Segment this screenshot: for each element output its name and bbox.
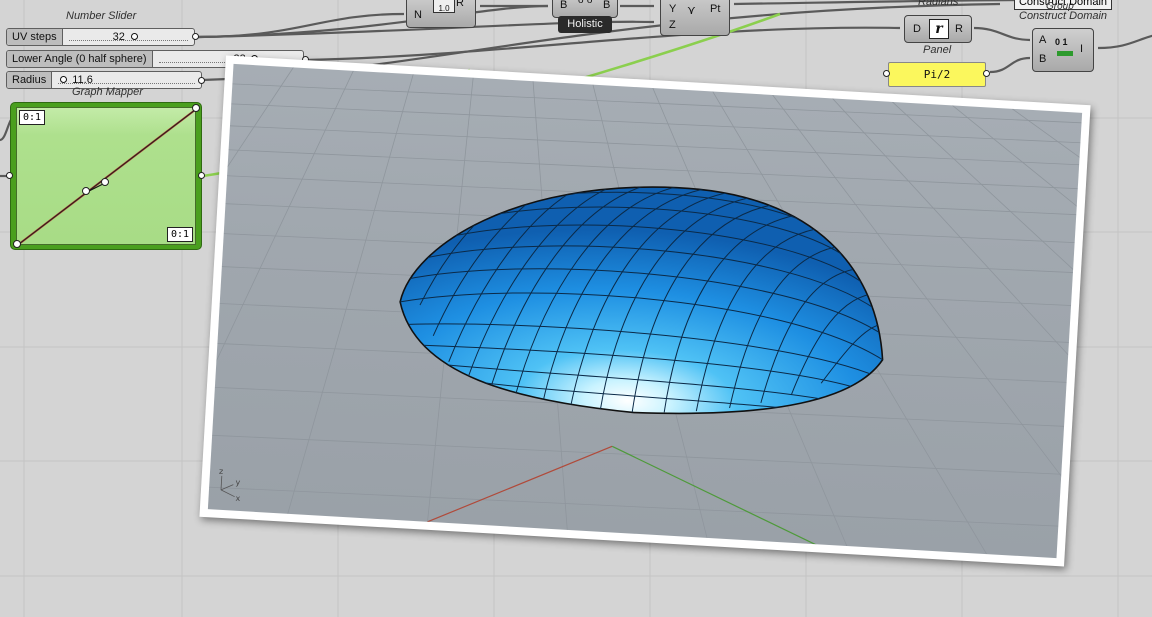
viewport-scene: x y z: [207, 67, 1083, 559]
domain-icon: 0 1: [1055, 37, 1068, 47]
slider-radius-value: 11.6: [72, 74, 93, 86]
panel-caption: Panel: [923, 44, 952, 56]
gizmo-label-x: x: [235, 494, 241, 503]
series-component[interactable]: N 1.0 R: [406, 0, 476, 28]
dome-surface[interactable]: [395, 162, 893, 427]
slider-uv-steps-track[interactable]: 32: [63, 29, 194, 45]
y-axis-line: [611, 445, 896, 559]
graph-mapper-grip-mid-b[interactable]: [101, 178, 109, 186]
x-axis-line: [427, 445, 613, 523]
rhino-viewport-photo: x y z: [199, 55, 1091, 567]
domain-input-b: B: [1039, 53, 1047, 65]
slider-rail: [68, 40, 188, 41]
slider-radius-label: Radius: [7, 72, 53, 88]
domain-output-label: I: [1080, 43, 1084, 55]
point-xyz-icon: ⋎: [687, 3, 696, 17]
graph-mapper-component[interactable]: 0:1 0:1: [10, 102, 202, 250]
number-slider-caption: Number Slider: [66, 10, 137, 22]
panel-output-port[interactable]: [983, 70, 990, 77]
gizmo-label-y: y: [235, 478, 241, 487]
r-icon: r: [929, 19, 949, 39]
construct-point-component[interactable]: Y Z ⋎ Pt: [660, 0, 730, 36]
series-input-label: N: [414, 9, 422, 21]
graph-mapper-grip-end[interactable]: [192, 104, 200, 112]
graph-mapper-curve: [18, 109, 195, 244]
panel-input-port[interactable]: [883, 70, 890, 77]
graph-mapper-input-port[interactable]: [6, 172, 13, 179]
point-output-label: Pt: [710, 3, 721, 15]
point-input-y: Y: [669, 3, 677, 15]
slider-uv-steps[interactable]: UV steps 32: [6, 28, 195, 46]
wire-radians-domain: [973, 26, 1031, 42]
holistic-label: Holistic: [558, 16, 612, 33]
series-icon: 1.0: [433, 0, 455, 13]
rhino-viewport[interactable]: x y z: [207, 63, 1083, 559]
axis-gizmo: x y z: [219, 467, 241, 503]
gizmo-label-z: z: [219, 467, 224, 476]
construct-domain-component[interactable]: A B 0 1 I: [1032, 28, 1094, 72]
slider-uv-steps-label: UV steps: [7, 29, 63, 45]
construct-domain-caption: Construct Domain: [1019, 10, 1108, 22]
domain-icon-bar: [1057, 51, 1073, 56]
slider-lower-angle-label: Lower Angle (0 half sphere): [7, 51, 153, 67]
graph-mapper-grip-start[interactable]: [13, 240, 21, 248]
holistic-input-label: B: [560, 0, 568, 11]
wire-domain-out: [1097, 34, 1152, 50]
holistic-output-label: B: [603, 0, 611, 11]
graph-mapper-grip-mid-a[interactable]: [82, 187, 90, 195]
holistic-icon: o˙o: [578, 0, 593, 6]
radians-component[interactable]: D r R: [904, 15, 972, 43]
radians-input-label: D: [913, 23, 921, 35]
graph-mapper-tag-bottom: 0:1: [166, 227, 193, 242]
wire-panel-domain: [989, 56, 1031, 74]
slider-radius-grip[interactable]: [60, 76, 68, 83]
slider-radius-output-port[interactable]: [198, 77, 205, 84]
series-output-label: R: [456, 0, 464, 9]
point-input-z: Z: [669, 19, 676, 31]
graph-mapper-output-port[interactable]: [198, 172, 205, 179]
slider-uv-steps-value: 32: [112, 31, 125, 43]
radians-output-label: R: [955, 23, 963, 35]
grasshopper-canvas[interactable]: Number Slider UV steps 32 Lower Angle (0…: [0, 0, 1152, 617]
domain-input-a: A: [1039, 34, 1047, 46]
graph-mapper-caption: Graph Mapper: [72, 86, 143, 98]
radians-caption: Radians: [918, 0, 959, 8]
slider-uv-steps-grip[interactable]: [130, 33, 138, 40]
graph-mapper-plot[interactable]: 0:1 0:1: [16, 107, 196, 245]
graph-mapper-tag-top: 0:1: [19, 110, 46, 125]
slider-uv-steps-output-port[interactable]: [192, 33, 199, 40]
panel-pi-over-2[interactable]: Pi/2: [888, 62, 986, 87]
